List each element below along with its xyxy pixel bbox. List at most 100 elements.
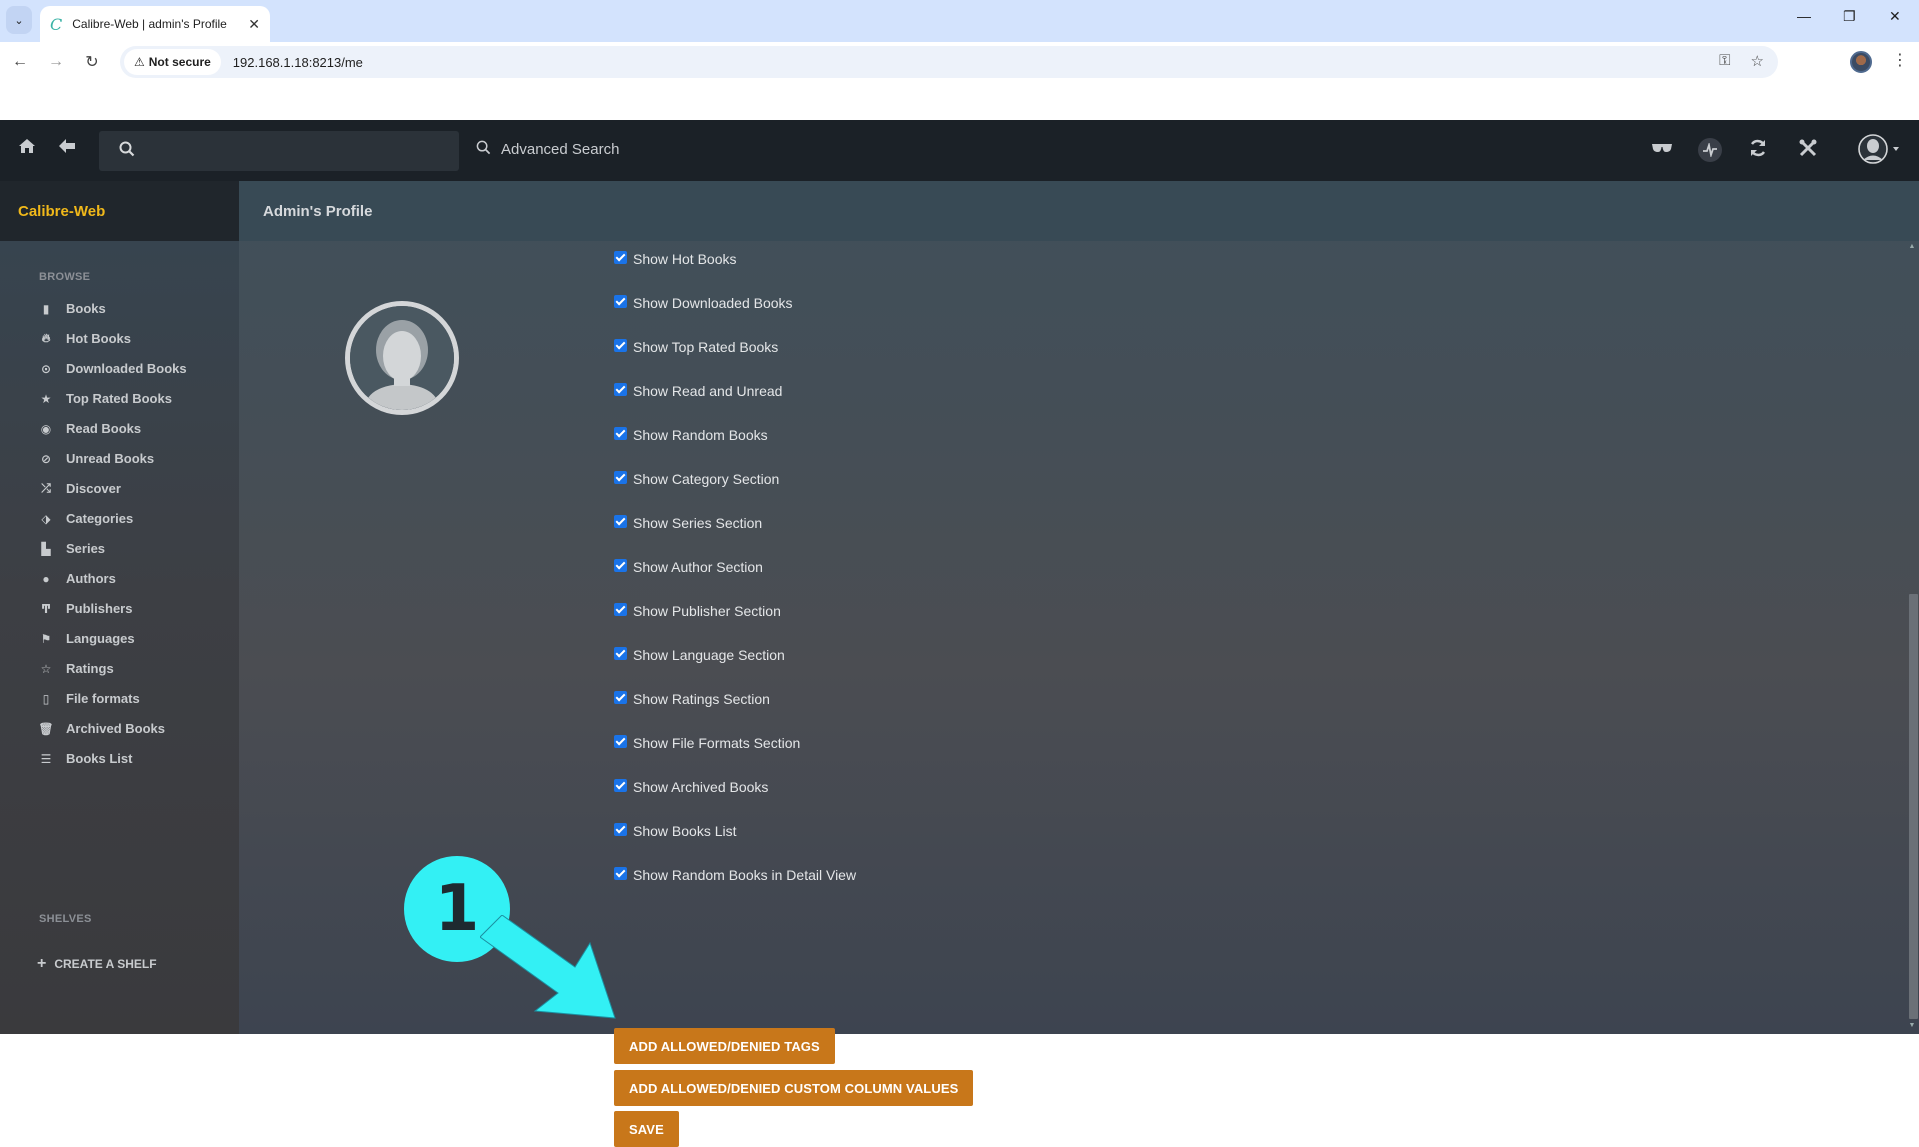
checkbox[interactable] xyxy=(614,338,627,352)
user-avatar xyxy=(345,301,459,415)
browser-back-icon[interactable]: ← xyxy=(8,50,32,74)
setting-show-file-formats-section[interactable]: Show File Formats Section xyxy=(614,734,800,751)
checkbox[interactable] xyxy=(614,778,627,792)
checkbox-label: Show Hot Books xyxy=(633,251,737,267)
checkbox[interactable] xyxy=(614,294,627,308)
search-input[interactable] xyxy=(145,143,459,159)
browser-toolbar: ← → ↻ ⚠ Not secure 192.168.1.18:8213/me … xyxy=(0,42,1919,82)
sidebar-item-languages[interactable]: ⚑ Languages xyxy=(38,631,135,646)
setting-show-language-section[interactable]: Show Language Section xyxy=(614,646,785,663)
annotation-arrow-icon xyxy=(480,915,616,1019)
add-allowed-denied-custom-column-button[interactable]: ADD ALLOWED/DENIED CUSTOM COLUMN VALUES xyxy=(614,1070,974,1106)
scroll-down-icon[interactable]: ▼ xyxy=(1908,1022,1916,1029)
setting-show-random-books[interactable]: Show Random Books xyxy=(614,426,768,443)
activity-icon[interactable] xyxy=(1698,138,1722,162)
scrollbar-thumb[interactable] xyxy=(1909,594,1918,1019)
text-size-icon: ͳ xyxy=(40,601,52,616)
back-icon[interactable] xyxy=(58,138,76,154)
sidebar-item-series[interactable]: ▙ Series xyxy=(38,541,105,556)
setting-show-series-section[interactable]: Show Series Section xyxy=(614,514,762,531)
checkbox[interactable] xyxy=(614,866,627,880)
home-icon[interactable] xyxy=(18,138,36,154)
browser-profile-avatar[interactable] xyxy=(1850,51,1872,73)
sidebar-item-downloaded-books[interactable]: ⊙ Downloaded Books xyxy=(38,361,187,376)
sidebar-item-books[interactable]: ▮ Books xyxy=(38,301,106,316)
checkbox-label: Show Publisher Section xyxy=(633,603,781,619)
sidebar-item-unread-books[interactable]: ⊘ Unread Books xyxy=(38,451,154,466)
checkbox[interactable] xyxy=(614,558,627,572)
minimize-icon[interactable]: — xyxy=(1797,8,1811,24)
page-scrollbar[interactable]: ▲ ▼ xyxy=(1905,241,1919,1034)
browser-tab[interactable]: C Calibre-Web | admin's Profile ✕ xyxy=(40,6,270,42)
setting-show-read-and-unread[interactable]: Show Read and Unread xyxy=(614,382,782,399)
setting-show-category-section[interactable]: Show Category Section xyxy=(614,470,779,487)
url-text[interactable]: 192.168.1.18:8213/me xyxy=(233,55,363,70)
setting-show-author-section[interactable]: Show Author Section xyxy=(614,558,763,575)
sidebar-item-books-list[interactable]: ☰ Books List xyxy=(38,751,133,766)
sidebar-item-label: Publishers xyxy=(66,601,133,616)
tags-icon: ⬗ xyxy=(41,511,51,526)
create-shelf-link[interactable]: + CREATE A SHELF xyxy=(37,955,157,973)
maximize-icon[interactable]: ❐ xyxy=(1843,8,1856,25)
checkbox[interactable] xyxy=(614,514,627,528)
password-key-icon[interactable]: ⚿ xyxy=(1719,52,1730,70)
advanced-search-link[interactable]: Advanced Search xyxy=(476,140,619,159)
sidebar-item-label: Categories xyxy=(66,511,134,526)
checkbox-label: Show Ratings Section xyxy=(633,691,770,707)
tools-icon[interactable] xyxy=(1798,138,1818,158)
sidebar-item-publishers[interactable]: ͳ Publishers xyxy=(38,601,132,616)
checkbox[interactable] xyxy=(614,602,627,616)
glasses-icon[interactable] xyxy=(1651,140,1673,154)
sidebar-item-discover[interactable]: ⤮ Discover xyxy=(38,481,121,496)
sidebar-item-archived-books[interactable]: 🗑︎ Archived Books xyxy=(38,721,165,736)
top-navbar: Advanced Search xyxy=(0,120,1919,181)
browser-forward-icon[interactable]: → xyxy=(44,50,68,74)
sidebar-item-read-books[interactable]: ◉ Read Books xyxy=(38,421,141,436)
search-box[interactable] xyxy=(99,131,459,171)
checkbox-label: Show Language Section xyxy=(633,647,785,663)
sidebar-item-file-formats[interactable]: ▯ File formats xyxy=(38,691,140,706)
sidebar-item-categories[interactable]: ⬗ Categories xyxy=(38,511,133,526)
flag-icon: ⚑ xyxy=(40,631,52,646)
tab-close-icon[interactable]: ✕ xyxy=(248,16,260,33)
sidebar-item-ratings[interactable]: ☆ Ratings xyxy=(38,661,114,676)
browser-tab-bar: ⌄ C Calibre-Web | admin's Profile ✕ — ❐ … xyxy=(0,0,1919,42)
search-icon xyxy=(119,141,135,162)
sidebar-item-label: Read Books xyxy=(66,421,142,436)
address-bar[interactable]: ⚠ Not secure 192.168.1.18:8213/me ⚿ ☆ xyxy=(120,46,1778,78)
setting-show-downloaded-books[interactable]: Show Downloaded Books xyxy=(614,294,793,311)
sidebar-item-hot-books[interactable]: 🔥︎ Hot Books xyxy=(38,331,131,346)
checkbox[interactable] xyxy=(614,690,627,704)
checkbox[interactable] xyxy=(614,646,627,660)
calibre-app: Advanced Search Calibre-Web Admin's Prof… xyxy=(0,120,1919,1147)
setting-show-random-books-in-detail-view[interactable]: Show Random Books in Detail View xyxy=(614,866,856,883)
sidebar-item-authors[interactable]: ● Authors xyxy=(38,571,115,586)
security-indicator[interactable]: ⚠ Not secure xyxy=(124,49,221,75)
checkbox[interactable] xyxy=(614,250,627,264)
bookmark-icon: ▙ xyxy=(41,541,51,556)
setting-show-ratings-section[interactable]: Show Ratings Section xyxy=(614,690,770,707)
setting-show-top-rated-books[interactable]: Show Top Rated Books xyxy=(614,338,778,355)
sidebar-item-top-rated-books[interactable]: ★ Top Rated Books xyxy=(38,391,172,406)
checkbox[interactable] xyxy=(614,426,627,440)
sidebar-item-label: Top Rated Books xyxy=(66,391,172,406)
reload-icon[interactable]: ↻ xyxy=(80,50,104,74)
browser-menu-icon[interactable]: ⋮ xyxy=(1892,50,1908,70)
user-menu-icon[interactable] xyxy=(1858,132,1900,166)
tab-search-button[interactable]: ⌄ xyxy=(6,6,32,34)
checkbox[interactable] xyxy=(614,470,627,484)
bookmark-star-icon[interactable]: ☆ xyxy=(1751,52,1764,70)
save-button[interactable]: SAVE xyxy=(614,1111,679,1147)
window-close-icon[interactable]: ✕ xyxy=(1889,8,1901,25)
checkbox[interactable] xyxy=(614,822,627,836)
checkbox[interactable] xyxy=(614,382,627,396)
brand-logo[interactable]: Calibre-Web xyxy=(0,181,239,241)
setting-show-archived-books[interactable]: Show Archived Books xyxy=(614,778,768,795)
scroll-up-icon[interactable]: ▲ xyxy=(1908,243,1916,250)
setting-show-publisher-section[interactable]: Show Publisher Section xyxy=(614,602,781,619)
refresh-icon[interactable] xyxy=(1748,138,1768,158)
setting-show-books-list[interactable]: Show Books List xyxy=(614,822,737,839)
checkbox[interactable] xyxy=(614,734,627,748)
setting-show-hot-books[interactable]: Show Hot Books xyxy=(614,250,737,267)
advanced-search-label: Advanced Search xyxy=(501,141,620,158)
